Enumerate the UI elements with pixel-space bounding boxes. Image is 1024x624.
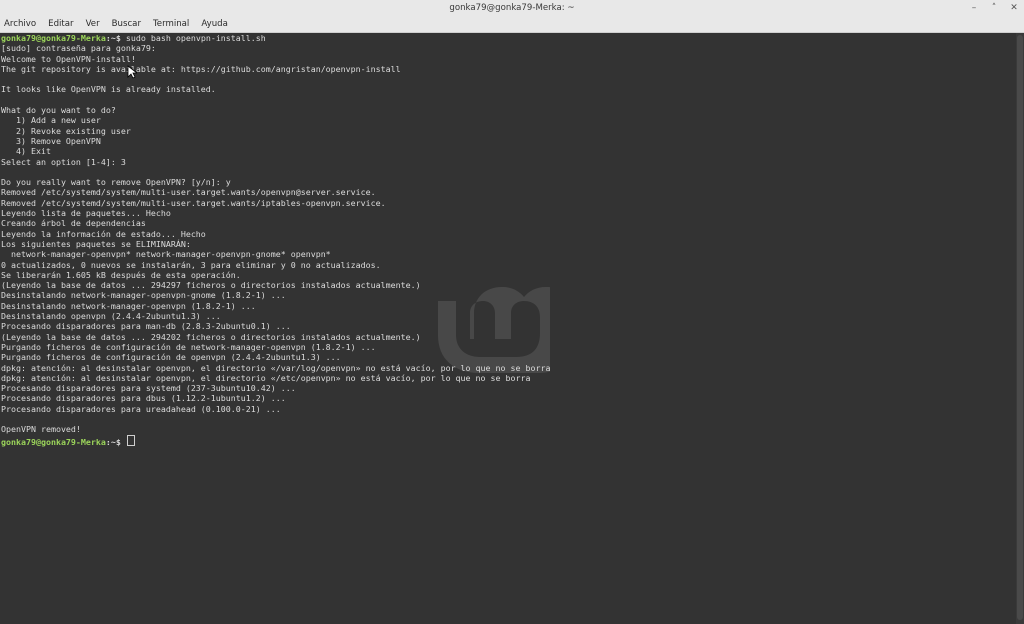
terminal-output-line: Leyendo la información de estado... Hech… <box>1 228 206 239</box>
window-controls: – ˄ ✕ <box>968 0 1020 16</box>
terminal-output-line: OpenVPN removed! <box>1 424 81 435</box>
terminal-output-line: [sudo] contraseña para gonka79: <box>1 43 156 54</box>
window-title: gonka79@gonka79-Merka: ~ <box>449 3 575 13</box>
terminal-output-line: Do you really want to remove OpenVPN? [y… <box>1 177 231 188</box>
close-icon[interactable]: ✕ <box>1008 2 1020 14</box>
minimize-icon[interactable]: – <box>968 2 980 14</box>
menu-ayuda[interactable]: Ayuda <box>201 16 228 32</box>
terminal-output-line: 2) Revoke existing user <box>1 125 131 136</box>
terminal-output-line: (Leyendo la base de datos ... 294297 fic… <box>1 280 421 291</box>
menu-ver[interactable]: Ver <box>86 16 100 32</box>
terminal-output-line: Removed /etc/systemd/system/multi-user.t… <box>1 187 376 198</box>
scrollbar-thumb[interactable] <box>1017 35 1023 620</box>
terminal-output-line: Desinstalando openvpn (2.4.4-2ubuntu1.3)… <box>1 311 221 322</box>
terminal-output-line: Creando árbol de dependencias <box>1 218 146 229</box>
terminal-output-line: Procesando disparadores para ureadahead … <box>1 403 281 414</box>
prompt-path: :~$ <box>105 33 121 43</box>
terminal-output-line: It looks like OpenVPN is already install… <box>1 84 216 95</box>
terminal-output-line: The git repository is available at: http… <box>1 63 401 74</box>
menu-terminal[interactable]: Terminal <box>153 16 189 32</box>
menu-list: Archivo Editar Ver Buscar Terminal Ayuda <box>4 16 228 32</box>
terminal-output-line: Procesando disparadores para systemd (23… <box>1 383 296 394</box>
terminal-output-line: network-manager-openvpn* network-manager… <box>1 249 331 260</box>
terminal-prompt-line: gonka79@gonka79-Merka:~$ sudo bash openv… <box>1 33 550 43</box>
maximize-icon[interactable]: ˄ <box>988 2 1000 14</box>
terminal-output-line: 3) Remove OpenVPN <box>1 135 101 146</box>
terminal-output-line: (Leyendo la base de datos ... 294202 fic… <box>1 331 421 342</box>
terminal-output-line: Los siguientes paquetes se ELIMINARÁN: <box>1 238 191 249</box>
terminal-output-line: Desinstalando network-manager-openvpn-gn… <box>1 290 286 301</box>
terminal-output-line: 1) Add a new user <box>1 115 101 126</box>
prompt-command: sudo bash openvpn-install.sh <box>120 33 266 43</box>
terminal-output-line: dpkg: atención: al desinstalar openvpn, … <box>1 372 531 383</box>
text-cursor <box>126 434 135 446</box>
prompt-user-host: gonka79@gonka79-Merka <box>1 436 106 447</box>
menu-buscar[interactable]: Buscar <box>112 16 141 32</box>
prompt-command <box>121 437 126 447</box>
terminal-window: gonka79@gonka79-Merka: ~ – ˄ ✕ Archivo E… <box>0 0 1024 624</box>
title-bar: gonka79@gonka79-Merka: ~ – ˄ ✕ <box>0 0 1024 16</box>
menu-editar[interactable]: Editar <box>48 16 73 32</box>
terminal-output-line: Procesando disparadores para dbus (1.12.… <box>1 393 286 404</box>
terminal-output-line: Leyendo lista de paquetes... Hecho <box>1 208 171 219</box>
mouse-pointer-icon <box>127 65 137 79</box>
prompt-path: :~$ <box>105 436 121 447</box>
terminal-output-line: 4) Exit <box>1 146 51 157</box>
menu-archivo[interactable]: Archivo <box>4 16 36 32</box>
terminal-output-line: What do you want to do? <box>1 105 116 116</box>
terminal-output-line: Desinstalando network-manager-openvpn (1… <box>1 300 256 311</box>
terminal-output-line: Purgando ficheros de configuración de ne… <box>1 341 376 352</box>
terminal-prompt-line: gonka79@gonka79-Merka:~$ <box>1 434 550 447</box>
terminal-output-line: 0 actualizados, 0 nuevos se instalarán, … <box>1 259 381 270</box>
terminal-scrollbar[interactable] <box>1016 33 1024 624</box>
terminal-output-line: dpkg: atención: al desinstalar openvpn, … <box>1 362 551 373</box>
terminal-output-line: Welcome to OpenVPN-install! <box>1 53 136 64</box>
terminal-output-line: Select an option [1-4]: 3 <box>1 156 126 167</box>
terminal-output-line: Removed /etc/systemd/system/multi-user.t… <box>1 197 386 208</box>
terminal-output-line: Se liberarán 1.605 kB después de esta op… <box>1 269 241 280</box>
terminal-lines: gonka79@gonka79-Merka:~$ sudo bash openv… <box>1 33 551 447</box>
terminal-output-line: Purgando ficheros de configuración de op… <box>1 352 341 363</box>
prompt-user-host: gonka79@gonka79-Merka <box>1 33 106 43</box>
terminal-output-area[interactable]: gonka79@gonka79-Merka:~$ sudo bash openv… <box>0 33 1016 624</box>
menu-bar: Archivo Editar Ver Buscar Terminal Ayuda <box>0 16 1024 33</box>
terminal-output-line: Procesando disparadores para man-db (2.8… <box>1 321 291 332</box>
